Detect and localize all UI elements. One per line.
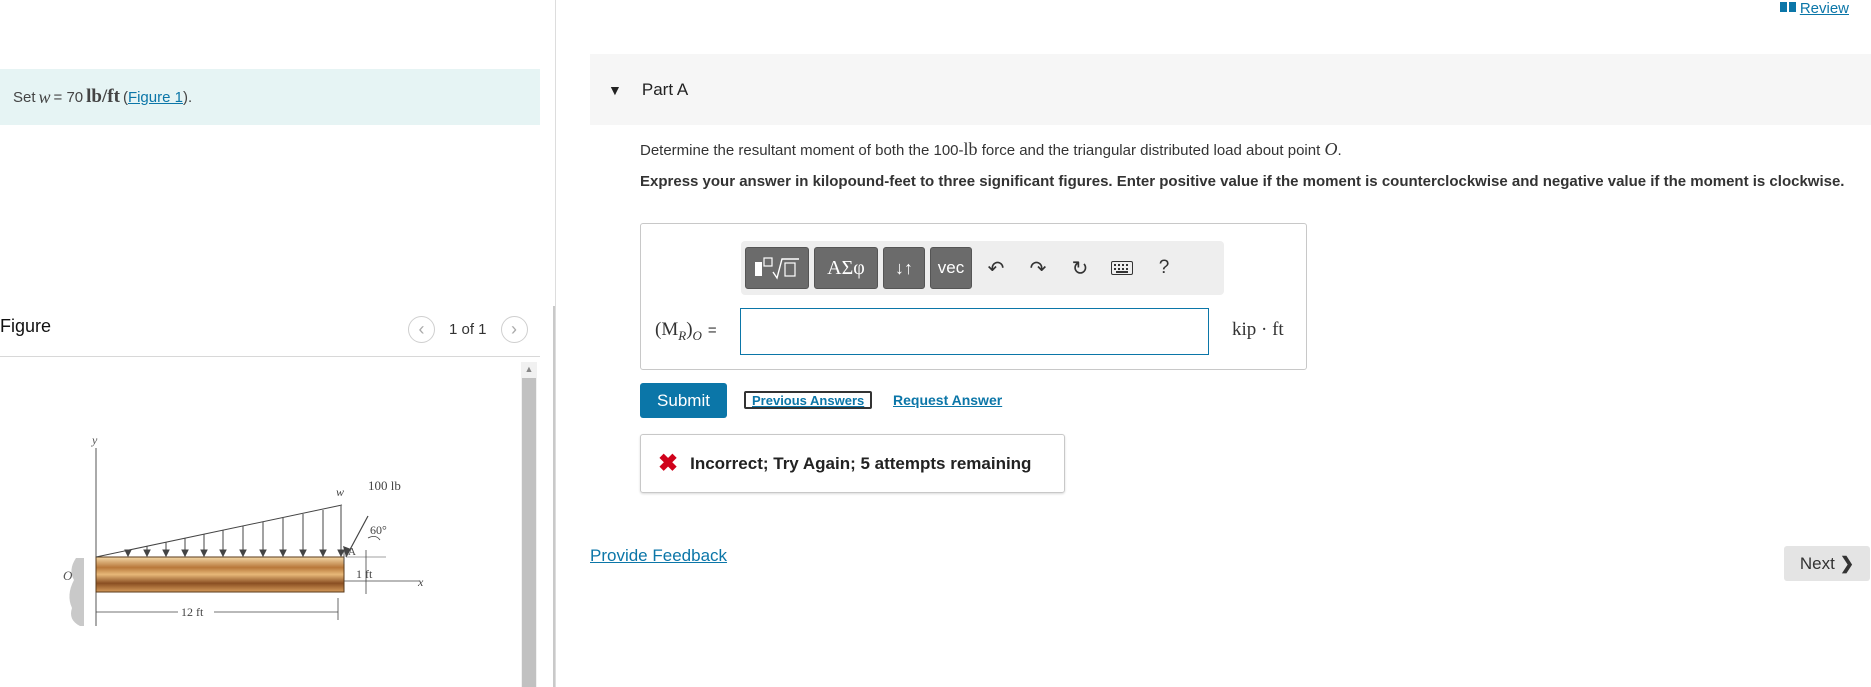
origin-label: O xyxy=(63,568,73,583)
intro-suffix: ). xyxy=(182,88,193,106)
figure-scrollbar[interactable]: ▲ xyxy=(521,362,537,687)
figure-heading: Figure xyxy=(0,316,52,336)
x-axis-label: x xyxy=(417,575,424,589)
load-arrows xyxy=(124,506,345,558)
answer-input[interactable] xyxy=(740,308,1209,355)
subscript-superscript-button[interactable]: ↓↑ xyxy=(883,247,925,289)
beam xyxy=(95,556,345,593)
panel-divider-handle[interactable] xyxy=(553,306,555,687)
math-toolbar: ΑΣφ ↓↑ vec ↶ ↷ ↻ ? xyxy=(741,241,1224,295)
previous-answers-link[interactable]: Previous Answers xyxy=(744,391,873,409)
next-figure-button[interactable]: › xyxy=(500,316,528,343)
load-top-line xyxy=(95,504,343,558)
chevron-right-icon: › xyxy=(511,319,518,339)
question-text-before: Determine the resultant moment of both t… xyxy=(640,142,964,159)
chevron-right-icon: ❯ xyxy=(1839,553,1855,573)
answer-box: ΑΣφ ↓↑ vec ↶ ↷ ↻ ? (MR)O = kip · ft xyxy=(640,223,1307,370)
one-ft-label: 1 ft xyxy=(356,567,373,581)
panel-divider xyxy=(555,0,556,687)
submit-button[interactable]: Submit xyxy=(640,383,727,418)
help-icon[interactable]: ? xyxy=(1146,247,1182,289)
answer-label-sub-r: R xyxy=(678,327,687,343)
twelve-ft-label: 12 ft xyxy=(181,605,204,619)
error-x-icon: ✖ xyxy=(658,450,679,477)
provide-feedback-link[interactable]: Provide Feedback xyxy=(590,546,727,566)
beam-figure: y O w 100 lb 60° A 1 ft x 12 ft xyxy=(63,433,424,626)
question-text: Determine the resultant moment of both t… xyxy=(640,139,1342,160)
load-w-label: w xyxy=(336,485,344,499)
intro-prefix: Set xyxy=(13,88,36,106)
angle-label: 60° xyxy=(370,523,387,537)
answer-equals: = xyxy=(707,322,717,339)
scroll-thumb[interactable] xyxy=(522,378,536,687)
answer-unit: kip · ft xyxy=(1232,319,1284,340)
point-a-label: A xyxy=(348,546,356,558)
caret-down-icon: ▼ xyxy=(608,81,622,98)
reset-icon[interactable]: ↻ xyxy=(1062,247,1098,289)
intro-var-w: w xyxy=(38,86,51,107)
templates-button[interactable] xyxy=(745,247,809,289)
y-axis-label: y xyxy=(91,433,98,447)
scroll-up-icon[interactable]: ▲ xyxy=(521,362,537,376)
intro-box: Set w = 70 lb/ft (Figure 1). xyxy=(0,69,540,125)
book-icon xyxy=(1779,0,1796,17)
review-label: Review xyxy=(1799,0,1849,17)
feedback-message-box: ✖ Incorrect; Try Again; 5 attempts remai… xyxy=(640,434,1065,493)
next-button[interactable]: Next ❯ xyxy=(1784,546,1870,581)
undo-icon[interactable]: ↶ xyxy=(978,247,1014,289)
figure-divider xyxy=(0,356,540,357)
part-title: Part A xyxy=(641,79,689,99)
templates-icon xyxy=(755,257,799,280)
keyboard-icon[interactable] xyxy=(1104,247,1140,289)
force-label: 100 lb xyxy=(368,478,401,493)
answer-label-sub-o: O xyxy=(692,327,702,343)
part-a-header[interactable]: ▼ Part A xyxy=(590,54,1871,125)
prev-figure-button[interactable]: ‹ xyxy=(408,316,435,343)
next-label: Next xyxy=(1799,553,1835,573)
question-point: O xyxy=(1324,139,1338,159)
figure-1-link[interactable]: Figure 1 xyxy=(128,89,183,106)
answer-label-m: (M xyxy=(655,319,679,340)
figure-pager: ‹ 1 of 1 › xyxy=(408,316,528,343)
review-link[interactable]: Review xyxy=(1779,0,1849,17)
answer-label: (MR)O = xyxy=(655,319,717,344)
intro-value: = 70 xyxy=(53,88,84,106)
greek-symbols-button[interactable]: ΑΣφ xyxy=(814,247,878,289)
redo-icon[interactable]: ↷ xyxy=(1020,247,1056,289)
request-answer-link[interactable]: Request Answer xyxy=(893,392,1002,408)
vector-button[interactable]: vec xyxy=(930,247,972,289)
question-text-middle: force and the triangular distributed loa… xyxy=(977,142,1325,159)
answer-instructions: Express your answer in kilopound-feet to… xyxy=(640,173,1845,190)
chevron-left-icon: ‹ xyxy=(418,319,425,339)
figure-page-count: 1 of 1 xyxy=(449,321,487,338)
left-panel: Set w = 70 lb/ft (Figure 1). Figure ‹ 1 … xyxy=(0,0,556,687)
question-unit-lb: lb xyxy=(963,139,978,159)
intro-unit: lb/ft xyxy=(86,86,120,107)
question-text-after: . xyxy=(1337,142,1342,159)
feedback-message: Incorrect; Try Again; 5 attempts remaini… xyxy=(690,453,1032,473)
